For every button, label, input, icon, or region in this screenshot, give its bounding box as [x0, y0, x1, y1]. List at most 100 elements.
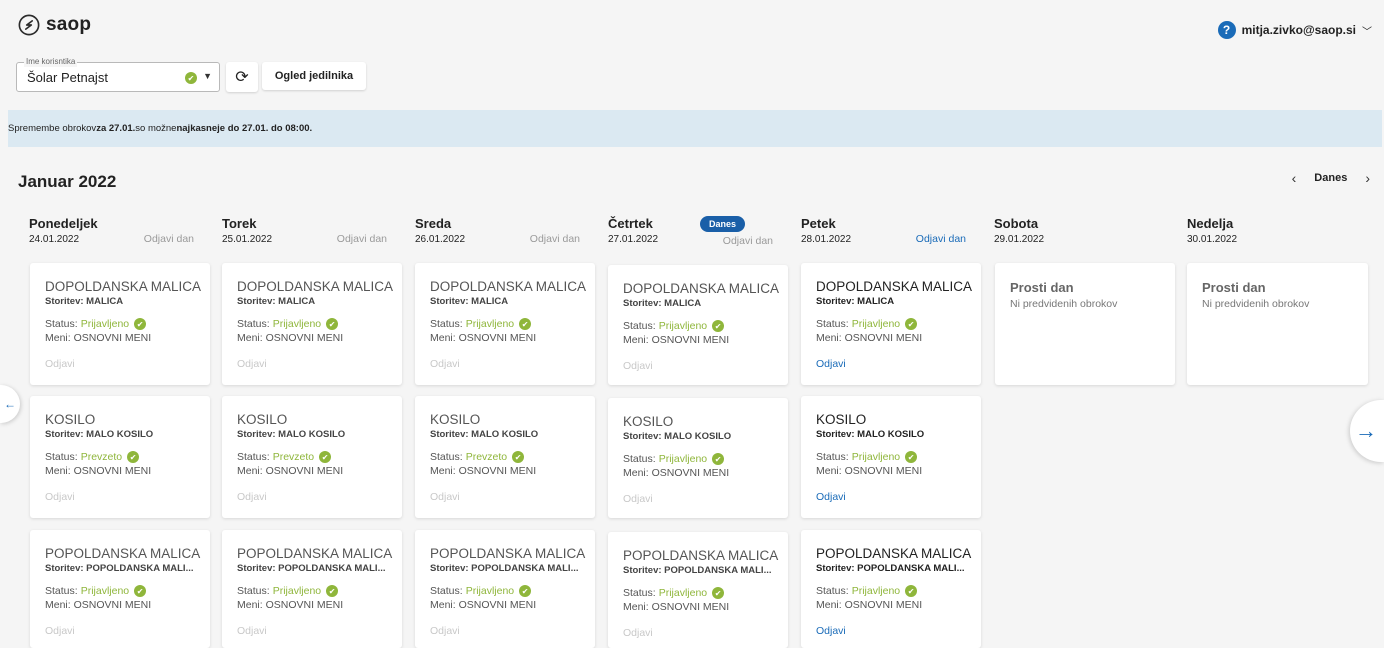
meal-status: Status: Prijavljeno ✔	[237, 318, 339, 330]
meal-menu: Meni: OSNOVNI MENI	[816, 332, 923, 344]
odjavi-dan-link[interactable]: Odjavi dan	[530, 233, 580, 245]
meal-title: DOPOLDANSKA MALICA	[430, 279, 587, 294]
meal-title: DOPOLDANSKA MALICA	[816, 279, 973, 294]
meal-status: Status: Prijavljeno ✔	[816, 585, 918, 597]
meal-status: Status: Prijavljeno ✔	[430, 318, 532, 330]
status-value: Prijavljeno	[465, 585, 515, 597]
status-value: Prijavljeno	[851, 318, 901, 330]
saop-logo-icon	[18, 14, 40, 36]
odjavi-dan-link[interactable]: Odjavi dan	[916, 233, 966, 245]
meal-status: Status: Prevzeto ✔	[430, 451, 525, 463]
meal-title: KOSILO	[430, 412, 481, 427]
meal-card-morning-snack: DOPOLDANSKA MALICA Storitev: MALICA Status…	[30, 263, 210, 385]
meal-menu: Meni: OSNOVNI MENI	[45, 599, 152, 611]
odjavi-link[interactable]: Odjavi	[623, 493, 653, 505]
day-header-sunday: Nedelja 30.01.2022	[1187, 216, 1367, 250]
odjavi-link[interactable]: Odjavi	[237, 625, 267, 637]
info-banner: Spremembe obrokov za 27.01. so možne naj…	[8, 110, 1382, 147]
today-button[interactable]: Danes	[1314, 172, 1347, 184]
help-icon[interactable]: ?	[1217, 21, 1236, 39]
day-header-saturday: Sobota 29.01.2022	[994, 216, 1174, 250]
banner-text-1: Spremembe obrokov	[8, 123, 97, 134]
status-value: Prijavljeno	[465, 318, 515, 330]
odjavi-link[interactable]: Odjavi	[45, 625, 75, 637]
chevron-left-icon[interactable]: ‹	[1292, 170, 1297, 186]
banner-text-4: najkasneje do 27.01. do 08:00.	[176, 123, 313, 134]
meal-menu: Meni: OSNOVNI MENI	[623, 467, 730, 479]
odjavi-link[interactable]: Odjavi	[623, 627, 653, 639]
meal-service: Storitev: MALICA	[816, 296, 895, 307]
meal-status: Status: Prijavljeno ✔	[623, 453, 725, 465]
meal-title: DOPOLDANSKA MALICA	[45, 279, 202, 294]
odjavi-link[interactable]: Odjavi	[623, 360, 653, 372]
odjavi-link[interactable]: Odjavi	[816, 625, 846, 637]
day-name: Torek	[222, 216, 257, 231]
odjavi-dan-link[interactable]: Odjavi dan	[144, 233, 194, 245]
status-label: Status:	[237, 318, 270, 330]
logo[interactable]: saop	[18, 14, 91, 36]
meal-title: DOPOLDANSKA MALICA	[237, 279, 394, 294]
chevron-down-icon[interactable]: ▼	[203, 71, 212, 81]
chevron-right-icon[interactable]: ›	[1365, 170, 1370, 186]
check-circle-icon: ✔	[134, 318, 147, 330]
meal-card-lunch: KOSILO Storitev: MALO KOSILO Status: Prevze…	[415, 396, 595, 518]
odjavi-link[interactable]: Odjavi	[816, 491, 846, 503]
meal-menu: Meni: OSNOVNI MENI	[430, 599, 537, 611]
status-value: Prevzeto	[80, 451, 123, 463]
chevron-down-icon[interactable]: ﹀	[1362, 23, 1372, 38]
day-name: Petek	[801, 216, 836, 231]
prev-week-button[interactable]: ←	[0, 385, 20, 423]
check-circle-icon: ✔	[712, 320, 725, 332]
meal-card-lunch: KOSILO Storitev: MALO KOSILO Status: Prevze…	[30, 396, 210, 518]
odjavi-dan-link[interactable]: Odjavi dan	[723, 235, 773, 247]
free-day-subtitle: Ni predvidenih obrokov	[1010, 298, 1118, 310]
meal-menu: Meni: OSNOVNI MENI	[45, 465, 152, 477]
banner-text-3: so možne	[135, 123, 177, 134]
status-value: Prijavljeno	[658, 587, 708, 599]
status-label: Status:	[45, 585, 78, 597]
odjavi-link[interactable]: Odjavi	[237, 491, 267, 503]
odjavi-link[interactable]: Odjavi	[816, 358, 846, 370]
check-circle-icon: ✔	[127, 451, 140, 463]
view-menu-button[interactable]: Ogled jedilnika	[262, 62, 366, 90]
day-header-thursday: Četrtek 27.01.2022 Danes Odjavi dan	[608, 216, 788, 250]
next-week-button[interactable]: →	[1350, 400, 1384, 462]
meal-card-afternoon-snack: POPOLDANSKA MALICA Storitev: POPOLDANSKA …	[415, 530, 595, 648]
refresh-icon: ⟳	[235, 69, 249, 86]
day-name: Sobota	[994, 216, 1039, 231]
odjavi-dan-link[interactable]: Odjavi dan	[337, 233, 387, 245]
odjavi-link[interactable]: Odjavi	[430, 491, 460, 503]
check-circle-icon: ✔	[519, 585, 532, 597]
odjavi-link[interactable]: Odjavi	[430, 358, 460, 370]
meal-menu: Meni: OSNOVNI MENI	[816, 465, 923, 477]
banner-text-2: za 27.01.	[96, 123, 136, 134]
odjavi-link[interactable]: Odjavi	[45, 491, 75, 503]
free-day-card: Prosti dan Ni predvidenih obrokov	[1187, 263, 1368, 385]
meal-service: Storitev: MALICA	[430, 296, 509, 307]
meal-service: Storitev: POPOLDANSKA MALI...	[237, 563, 386, 574]
odjavi-link[interactable]: Odjavi	[430, 625, 460, 637]
meal-card-afternoon-snack: POPOLDANSKA MALICA Storitev: POPOLDANSKA …	[222, 530, 402, 648]
arrow-right-icon: →	[1355, 418, 1377, 443]
status-value: Prijavljeno	[272, 585, 322, 597]
meal-service: Storitev: MALO KOSILO	[623, 431, 732, 442]
odjavi-link[interactable]: Odjavi	[237, 358, 267, 370]
meal-title: KOSILO	[816, 412, 867, 427]
meal-service: Storitev: POPOLDANSKA MALI...	[816, 563, 965, 574]
user-email[interactable]: mitja.zivko@saop.si	[1242, 23, 1356, 37]
meal-card-afternoon-snack: POPOLDANSKA MALICA Storitev: POPOLDANSKA …	[608, 532, 788, 648]
meal-menu: Meni: OSNOVNI MENI	[430, 465, 537, 477]
meal-status: Status: Prijavljeno ✔	[623, 320, 725, 332]
meal-title: KOSILO	[237, 412, 288, 427]
meal-card-lunch: KOSILO Storitev: MALO KOSILO Status: Prijav…	[608, 398, 788, 518]
meal-status: Status: Prijavljeno ✔	[45, 585, 147, 597]
day-header-friday: Petek 28.01.2022 Odjavi dan	[801, 216, 981, 250]
meal-status: Status: Prevzeto ✔	[237, 451, 332, 463]
user-select[interactable]: Ime korisntika Šolar Petnajst ✔ ▼	[16, 57, 220, 92]
meal-service: Storitev: MALO KOSILO	[430, 429, 539, 440]
check-circle-icon: ✔	[905, 318, 918, 330]
meal-status: Status: Prijavljeno ✔	[45, 318, 147, 330]
user-menu[interactable]: ? mitja.zivko@saop.si ﹀	[1217, 21, 1372, 39]
odjavi-link[interactable]: Odjavi	[45, 358, 75, 370]
refresh-button[interactable]: ⟳	[226, 62, 258, 92]
